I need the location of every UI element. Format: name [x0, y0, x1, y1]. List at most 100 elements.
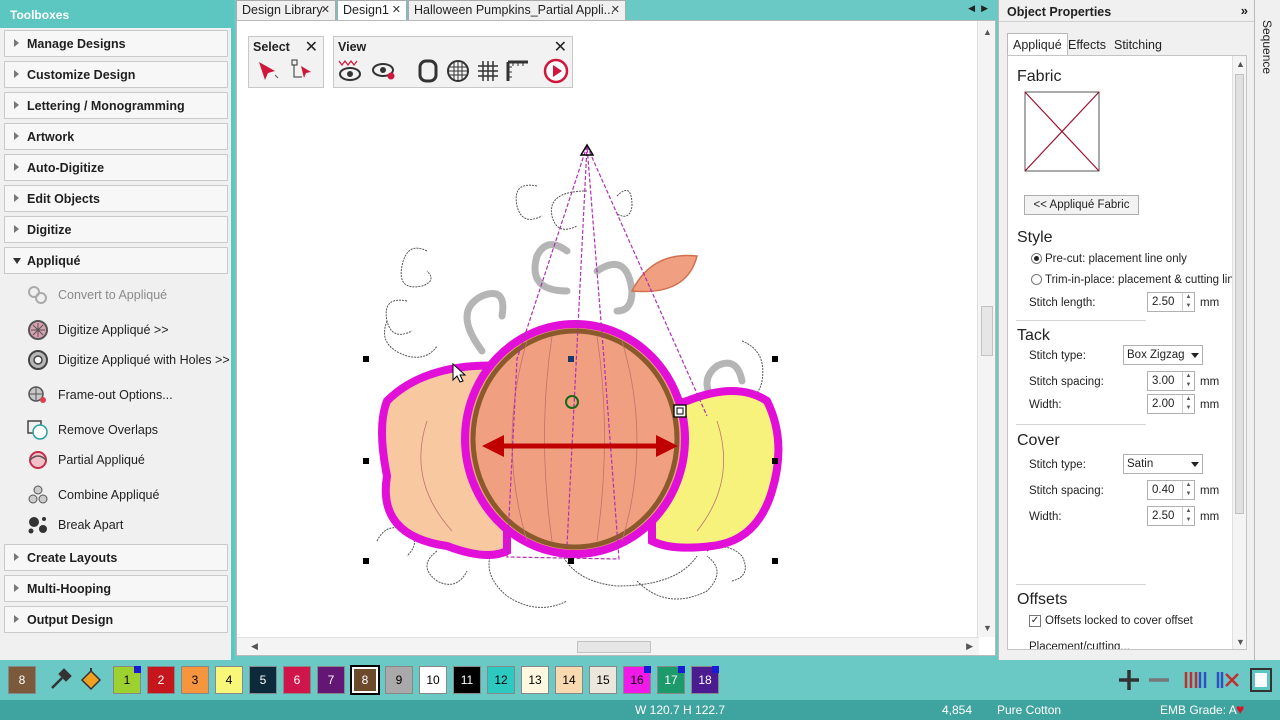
color-swatch[interactable]: 6: [283, 666, 311, 694]
color-swatch[interactable]: 7: [317, 666, 345, 694]
color-swatch[interactable]: 3: [181, 666, 209, 694]
close-tab-icon[interactable]: ✕: [611, 3, 620, 16]
tab-effects[interactable]: Effects: [1062, 33, 1112, 55]
tack-width-input[interactable]: 2.00 ▲ ▼: [1147, 394, 1195, 414]
fabric-preview[interactable]: [1024, 91, 1100, 172]
collapse-panel-icon[interactable]: »: [1241, 3, 1248, 18]
horizontal-scrollbar[interactable]: ◀ ▶: [237, 637, 979, 655]
color-swatch[interactable]: 15: [589, 666, 617, 694]
color-swatch[interactable]: 8: [8, 666, 36, 694]
trim-in-place-radio[interactable]: [1031, 274, 1042, 285]
trim-in-place-label: Trim-in-place: placement & cutting line: [1045, 274, 1241, 286]
tab-scroll-arrows-icon[interactable]: ◀▶: [968, 3, 994, 14]
cover-width-input[interactable]: 2.50 ▲ ▼: [1147, 506, 1195, 526]
color-swatch[interactable]: 17: [657, 666, 685, 694]
break-apart-tool[interactable]: Break Apart: [24, 512, 123, 538]
eyedropper-icon[interactable]: [46, 666, 74, 694]
close-tab-icon[interactable]: ✕: [321, 3, 330, 16]
tack-spacing-input[interactable]: 3.00 ▲ ▼: [1147, 371, 1195, 391]
color-swatch[interactable]: 13: [521, 666, 549, 694]
toolbox-applique[interactable]: Appliqué: [4, 247, 228, 274]
tab-label: Design Library: [242, 3, 323, 17]
spinner-arrows-icon[interactable]: ▲ ▼: [1182, 507, 1194, 525]
cover-spacing-input[interactable]: 0.40 ▲ ▼: [1147, 480, 1195, 500]
tab-design1[interactable]: Design1 ✕: [337, 0, 407, 20]
tool-label: Convert to Appliqué: [58, 288, 168, 302]
spinner-arrows-icon[interactable]: ▲ ▼: [1182, 395, 1194, 413]
stitch-length-input[interactable]: 2.50 ▲ ▼: [1147, 292, 1195, 312]
properties-scroll-thumb[interactable]: [1235, 74, 1244, 514]
digitize-applique-holes-tool[interactable]: Digitize Appliqué with Holes >>: [24, 347, 230, 373]
tack-stitch-type-label: Stitch type:: [1029, 350, 1086, 362]
color-swatch[interactable]: 18: [691, 666, 719, 694]
color-swatch[interactable]: 5: [249, 666, 277, 694]
frame-out-options-tool[interactable]: Frame-out Options...: [24, 382, 173, 408]
offsets-locked-checkbox[interactable]: ✓: [1029, 615, 1041, 627]
color-swatch[interactable]: 4: [215, 666, 243, 694]
design-canvas[interactable]: Select ✕ View ✕ ▲ ▼ ◀ ▶: [236, 20, 996, 656]
tab-applique[interactable]: Appliqué: [1007, 33, 1068, 55]
offsets-heading: Offsets: [1017, 591, 1068, 608]
applique-fabric-button[interactable]: << Appliqué Fabric: [1024, 195, 1139, 215]
tab-design-library[interactable]: Design Library ✕: [236, 0, 336, 20]
color-swatch[interactable]: 2: [147, 666, 175, 694]
toolbox-artwork[interactable]: Artwork: [4, 123, 228, 150]
color-swatch[interactable]: 11: [453, 666, 481, 694]
pre-cut-radio[interactable]: [1031, 253, 1042, 264]
divider: [1016, 584, 1146, 585]
tab-halloween-pumpkins[interactable]: Halloween Pumpkins_Partial Appli... ✕: [408, 0, 626, 20]
color-swatch[interactable]: 16: [623, 666, 651, 694]
vertical-scroll-thumb[interactable]: [981, 306, 993, 356]
scroll-down-icon[interactable]: ▼: [983, 623, 992, 633]
tool-label: Digitize Appliqué with Holes >>: [58, 353, 230, 367]
tab-stitching[interactable]: Stitching: [1108, 33, 1168, 55]
toolbox-create-layouts[interactable]: Create Layouts: [4, 544, 228, 571]
convert-to-applique-tool[interactable]: Convert to Appliqué: [24, 282, 167, 308]
scroll-left-icon[interactable]: ◀: [251, 641, 258, 652]
partial-applique-tool[interactable]: Partial Appliqué: [24, 447, 145, 473]
vertical-scrollbar[interactable]: ▲ ▼: [977, 21, 995, 637]
expand-arrow-icon: [14, 101, 19, 109]
toolbox-manage-designs[interactable]: Manage Designs: [4, 30, 228, 57]
fill-bucket-icon[interactable]: [78, 666, 104, 694]
combine-applique-tool[interactable]: Combine Appliqué: [24, 482, 159, 508]
spinner-arrows-icon[interactable]: ▲ ▼: [1182, 481, 1194, 499]
sequence-panel-tab[interactable]: Sequence: [1254, 0, 1280, 660]
properties-scrollbar[interactable]: ▲ ▼: [1232, 56, 1246, 649]
color-swatch[interactable]: 1: [113, 666, 141, 694]
color-swatch[interactable]: 8: [350, 665, 380, 695]
toolboxes-panel: Toolboxes Manage Designs Customize Desig…: [0, 0, 234, 660]
scroll-up-icon[interactable]: ▲: [983, 27, 992, 37]
close-tab-icon[interactable]: ✕: [392, 3, 401, 16]
stitch-count: 4,854: [942, 703, 973, 717]
cover-stitch-type-select[interactable]: Satin: [1123, 454, 1203, 474]
color-swatch[interactable]: 14: [555, 666, 583, 694]
color-swatch[interactable]: 9: [385, 666, 413, 694]
color-swatch[interactable]: 10: [419, 666, 447, 694]
toolbox-edit-objects[interactable]: Edit Objects: [4, 185, 228, 212]
thread-chart-icon[interactable]: [1182, 666, 1210, 694]
toolbox-lettering[interactable]: Lettering / Monogramming: [4, 92, 228, 119]
tab-label: Design1: [343, 3, 389, 17]
remove-color-icon[interactable]: [1146, 668, 1172, 692]
toolbox-output-design[interactable]: Output Design: [4, 606, 228, 633]
digitize-applique-tool[interactable]: Digitize Appliqué >>: [24, 317, 169, 343]
remove-overlaps-tool[interactable]: Remove Overlaps: [24, 417, 158, 443]
toolbox-customize-design[interactable]: Customize Design: [4, 61, 228, 88]
horizontal-scroll-thumb[interactable]: [577, 641, 651, 653]
scroll-right-icon[interactable]: ▶: [966, 641, 973, 652]
toolbox-multi-hooping[interactable]: Multi-Hooping: [4, 575, 228, 602]
color-swatch[interactable]: 12: [487, 666, 515, 694]
toolbox-auto-digitize[interactable]: Auto-Digitize: [4, 154, 228, 181]
add-color-icon[interactable]: [1116, 668, 1142, 692]
toolbox-digitize[interactable]: Digitize: [4, 216, 228, 243]
pumpkin-design[interactable]: [237, 21, 977, 635]
spinner-arrows-icon[interactable]: ▲ ▼: [1182, 372, 1194, 390]
scroll-up-icon[interactable]: ▲: [1236, 59, 1245, 69]
scroll-down-icon[interactable]: ▼: [1236, 637, 1245, 647]
canvas-color-icon[interactable]: [1248, 666, 1274, 694]
spinner-arrows-icon[interactable]: ▲ ▼: [1182, 293, 1194, 311]
cycle-colors-icon[interactable]: [1214, 666, 1242, 694]
tack-stitch-type-select[interactable]: Box Zigzag: [1123, 345, 1203, 365]
tool-label: Break Apart: [58, 518, 124, 532]
